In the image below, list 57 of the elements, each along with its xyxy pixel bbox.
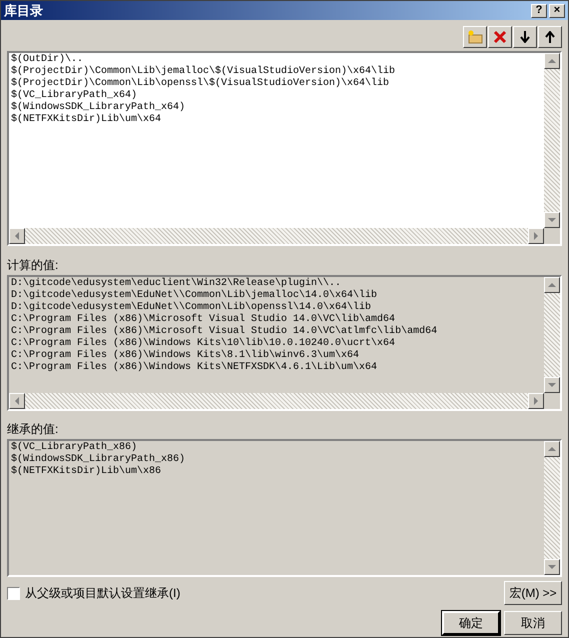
scroll-arrow-button[interactable] xyxy=(544,377,560,393)
path-line: D:\gitcode\edusystem\EduNet\\Common\Lib\jemalloc\14.0\x64\lib xyxy=(11,290,378,302)
path-line: C:\Program Files (x86)\Microsoft Visual Studio 14.0\VC\lib\amd64 xyxy=(11,314,396,326)
up-triangle-icon xyxy=(547,57,557,65)
path-line: $(NETFXKitsDir)Lib\um\x64 xyxy=(11,114,162,126)
path-line: $(ProjectDir)\Common\Lib\openssl\$(VisualStudioVersion)\x64\lib xyxy=(11,78,390,90)
macro-button[interactable]: 宏(M) >> xyxy=(504,581,562,605)
scroll-arrow-button[interactable] xyxy=(544,559,560,575)
path-line: $(VC_LibraryPath_x64) xyxy=(11,90,138,102)
ok-button[interactable]: 确定 xyxy=(442,611,500,635)
scroll-arrow-button[interactable] xyxy=(9,228,25,244)
cancel-button[interactable]: 取消 xyxy=(504,611,562,635)
down-triangle-icon xyxy=(547,381,557,389)
right-triangle-icon xyxy=(532,396,540,406)
right-triangle-icon xyxy=(532,231,540,241)
delete-button[interactable] xyxy=(488,26,512,48)
path-line: $(NETFXKitsDir)Lib\um\x86 xyxy=(11,466,162,478)
path-line: $(WindowsSDK_LibraryPath_x86) xyxy=(11,454,186,466)
scroll-arrow-button[interactable] xyxy=(528,228,544,244)
move-up-button[interactable] xyxy=(538,26,562,48)
path-line: D:\gitcode\edusystem\educlient\Win32\Release\plugin\\.. xyxy=(11,278,342,290)
scroll-arrow-button[interactable] xyxy=(528,393,544,409)
window-title: 库目录 xyxy=(4,2,43,20)
new-folder-icon xyxy=(467,30,483,44)
delete-icon xyxy=(493,30,507,44)
path-line: $(ProjectDir)\Common\Lib\jemalloc\$(VisualStudioVersion)\x64\lib xyxy=(11,66,396,78)
scroll-arrow-button[interactable] xyxy=(9,393,25,409)
help-button[interactable]: ? xyxy=(531,4,547,18)
checkbox-label: 从父级或项目默认设置继承(I) xyxy=(25,585,180,602)
move-down-button[interactable] xyxy=(513,26,537,48)
up-triangle-icon xyxy=(547,445,557,453)
up-arrow-icon xyxy=(545,31,555,43)
section-label: 继承的值: xyxy=(7,421,58,438)
left-triangle-icon xyxy=(13,396,21,406)
scroll-corner xyxy=(544,228,560,244)
path-line: D:\gitcode\edusystem\EduNet\\Common\Lib\openssl\14.0\x64\lib xyxy=(11,302,372,314)
close-button[interactable]: × xyxy=(549,4,565,18)
checkbox[interactable] xyxy=(7,586,20,600)
left-triangle-icon xyxy=(13,231,21,241)
scroll-arrow-button[interactable] xyxy=(544,53,560,69)
path-line: C:\Program Files (x86)\Windows Kits\10\lib\10.0.10240.0\ucrt\x64 xyxy=(11,338,396,350)
directory-edit-box[interactable] xyxy=(7,51,562,246)
scroll-arrow-button[interactable] xyxy=(544,441,560,457)
scroll-arrow-button[interactable] xyxy=(544,277,560,293)
path-line: C:\Program Files (x86)\Microsoft Visual Studio 14.0\VC\atlmfc\lib\amd64 xyxy=(11,326,438,338)
down-triangle-icon xyxy=(547,216,557,224)
down-arrow-icon xyxy=(520,31,530,43)
down-triangle-icon xyxy=(547,563,557,571)
path-line: $(OutDir)\.. xyxy=(11,54,84,66)
up-triangle-icon xyxy=(547,281,557,289)
path-line: $(VC_LibraryPath_x86) xyxy=(11,442,138,454)
path-line: C:\Program Files (x86)\Windows Kits\NETFXSDK\4.6.1\Lib\um\x64 xyxy=(11,362,378,374)
scroll-arrow-button[interactable] xyxy=(544,212,560,228)
path-line: $(WindowsSDK_LibraryPath_x64) xyxy=(11,102,186,114)
new-line-button[interactable] xyxy=(463,26,487,48)
section-label: 计算的值: xyxy=(7,257,58,274)
path-line: C:\Program Files (x86)\Windows Kits\8.1\lib\winv6.3\um\x64 xyxy=(11,350,360,362)
